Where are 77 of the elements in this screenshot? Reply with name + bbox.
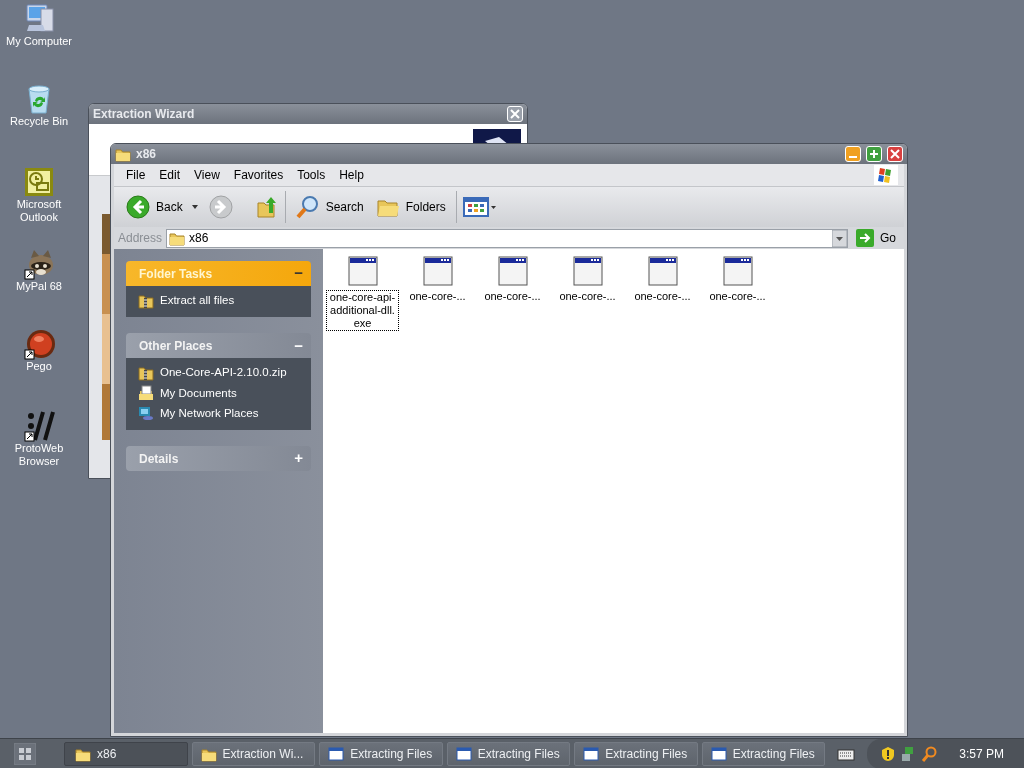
search-button[interactable]: Search [291,193,368,221]
desktop-icon[interactable]: My Computer [0,3,78,48]
orb-icon [23,328,55,360]
search-icon[interactable] [921,745,938,762]
caret-icon [190,204,199,210]
views-icon[interactable] [462,195,497,219]
network-icon[interactable] [901,745,916,762]
close-icon [510,109,520,119]
menu-item[interactable]: Edit [153,164,187,186]
window-icon [583,745,600,762]
clock: 3:57 PM [959,745,1004,763]
folders-button[interactable]: Folders [371,193,450,221]
executable-file[interactable]: one-core-... [475,255,550,303]
panel-link[interactable]: One-Core-API-2.10.0.zip [138,364,299,382]
up-folder-icon[interactable] [254,195,279,219]
close-button[interactable] [507,106,523,122]
taskbar-button[interactable]: Extracting Files [574,741,698,766]
documents-icon [138,385,154,402]
dropdown-icon[interactable] [832,229,847,247]
maximize-icon [869,149,879,159]
address-label: Address [118,230,163,247]
shield-icon[interactable] [881,745,896,762]
close-button[interactable] [887,146,903,162]
search-icon [295,195,320,219]
address-field[interactable]: x86 [166,228,848,248]
keyboard-icon[interactable] [837,746,856,761]
raccoon-icon [23,248,55,280]
taskbar-button[interactable]: Extracting Files [319,741,443,766]
panel-link[interactable]: My Network Places [138,404,299,422]
windows-flag-icon [874,165,898,185]
go-button[interactable]: Go [852,227,900,249]
window-icon [455,745,472,762]
executable-file[interactable]: one-core-... [550,255,625,303]
taskbar-button[interactable]: x86 [64,741,188,766]
application-icon [421,255,454,287]
zip-folder-icon [138,292,154,309]
menu-item[interactable]: File [120,164,152,186]
window-title: Extraction Wizard [93,106,196,123]
executable-file[interactable]: one-core-... [700,255,775,303]
menu-item[interactable]: Help [333,164,370,186]
executable-file[interactable]: one-core-... [400,255,475,303]
panel-header[interactable]: Folder Tasks − [126,261,311,286]
minimize-button[interactable] [845,146,861,162]
maximize-button[interactable] [866,146,882,162]
back-button[interactable]: Back [122,193,187,221]
executable-file[interactable]: one-core-... [625,255,700,303]
taskbar-button[interactable]: Extracting Files [701,741,826,766]
panel-link[interactable]: Extract all files [138,292,299,310]
computer-icon [23,3,55,35]
application-icon [571,255,604,287]
application-icon [346,255,379,287]
panel-link[interactable]: My Documents [138,384,299,402]
window-title: x86 [136,146,158,163]
desktop-icon[interactable]: Pego [0,328,78,373]
application-icon [646,255,679,287]
desktop-icon[interactable]: Microsoft Outlook [0,166,78,224]
application-icon [721,255,754,287]
folder-icon [115,146,131,162]
desktop-icon[interactable]: Recycle Bin [0,83,78,128]
folder-icon [169,230,186,246]
menu-item[interactable]: View [188,164,226,186]
zip-folder-icon [138,364,154,381]
taskbar-button[interactable]: Extracting Files [446,741,571,766]
network-icon [138,405,154,422]
application-icon [496,255,529,287]
desktop-icon[interactable]: MyPal 68 [0,248,78,293]
menu-item[interactable]: Tools [291,164,332,186]
clock-envelope-icon [23,166,55,198]
desktop-icon[interactable]: ProtoWeb Browser [0,410,78,468]
minimize-icon [849,156,857,158]
menu-item[interactable]: Favorites [227,164,290,186]
taskbar-button[interactable]: Extraction Wi... [191,741,316,766]
start-button[interactable] [14,742,36,765]
close-icon [890,149,900,159]
window-icon [328,745,345,762]
slashes-icon [23,410,55,442]
window-icon [710,745,727,762]
